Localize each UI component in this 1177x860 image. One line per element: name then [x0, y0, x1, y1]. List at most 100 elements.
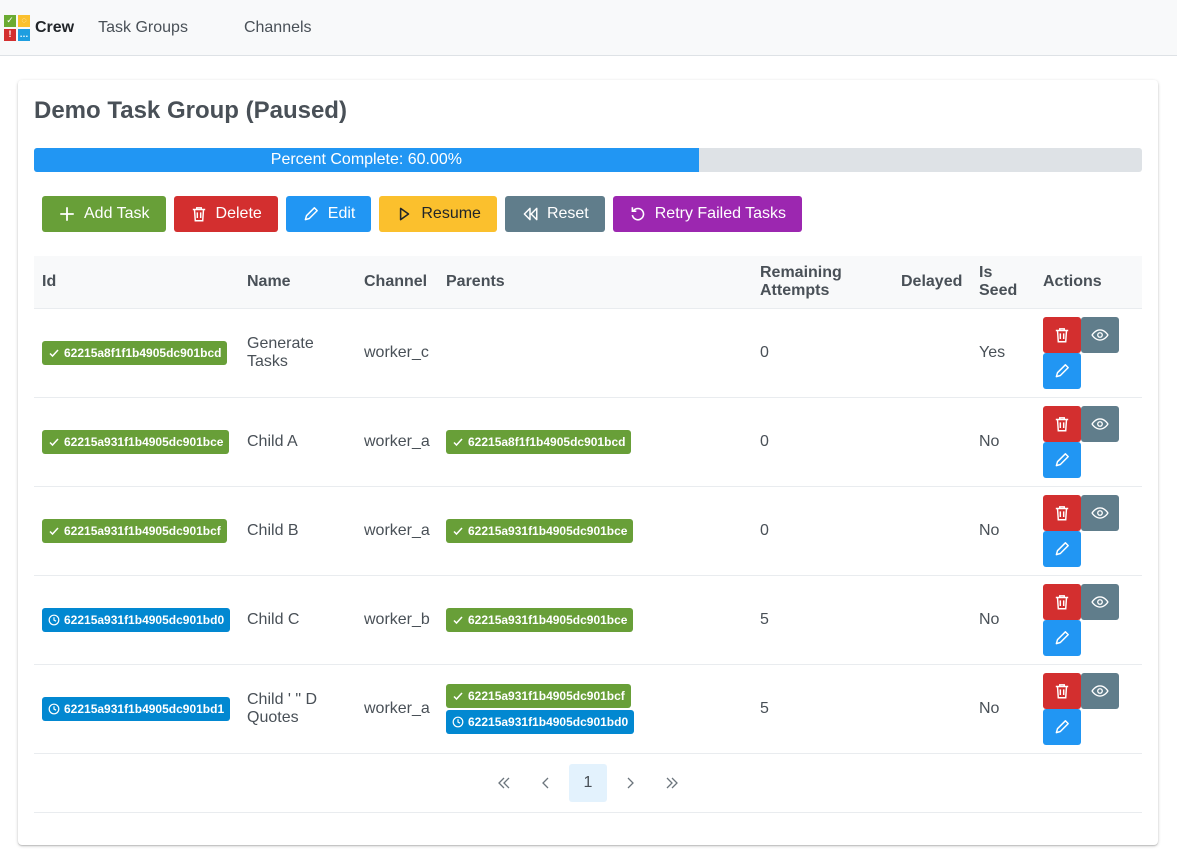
edit-task-button[interactable] — [1043, 530, 1081, 567]
last-page-button[interactable] — [653, 764, 691, 802]
trash-icon — [192, 207, 205, 222]
delete-task-button[interactable] — [1043, 672, 1081, 709]
progress-fill: Percent Complete: 60.00% — [34, 148, 699, 172]
task-group-card: Demo Task Group (Paused) Percent Complet… — [18, 80, 1158, 845]
double-chevron-right-icon — [666, 777, 678, 789]
table-row: 62215a8f1f1b4905dc901bcd Generate Tasks wo… — [34, 308, 1142, 398]
eye-icon — [1091, 595, 1109, 608]
task-id-tag[interactable]: 62215a931f1b4905dc901bd0 — [42, 607, 231, 632]
column-header-id[interactable]: Id — [34, 256, 239, 309]
task-id-text: 62215a931f1b4905dc901bcf — [468, 688, 625, 703]
cell-is-seed: No — [971, 397, 1035, 487]
reset-button[interactable]: Reset — [504, 196, 605, 232]
refresh-icon — [631, 207, 645, 221]
edit-task-button[interactable] — [1043, 352, 1081, 389]
next-page-button[interactable] — [611, 764, 649, 802]
cell-parents: 62215a931f1b4905dc901bce — [438, 486, 752, 576]
crew-logo-icon: ✓ ◌!… — [4, 14, 30, 41]
plus-icon — [60, 207, 74, 221]
tasks-table: Id Name Channel Parents Remaining Attemp… — [34, 256, 1142, 754]
cell-id: 62215a8f1f1b4905dc901bcd — [34, 308, 239, 398]
column-header-name[interactable]: Name — [239, 256, 356, 309]
reset-label: Reset — [546, 205, 589, 222]
add-task-button[interactable]: Add Task — [42, 196, 166, 232]
task-id-text: 62215a931f1b4905dc901bd1 — [64, 701, 225, 716]
cell-parents — [438, 308, 752, 398]
cell-actions — [1035, 397, 1142, 487]
page-button-current[interactable]: 1 — [569, 764, 607, 802]
column-header-parents[interactable]: Parents — [438, 256, 752, 309]
retry-failed-tasks-button[interactable]: Retry Failed Tasks — [612, 196, 803, 232]
trash-icon — [1055, 505, 1069, 520]
cell-channel: worker_a — [356, 664, 438, 754]
first-page-button[interactable] — [485, 764, 523, 802]
check-icon — [453, 615, 463, 624]
task-id-tag[interactable]: 62215a931f1b4905dc901bce — [446, 518, 634, 543]
edit-task-button[interactable] — [1043, 619, 1081, 656]
task-id-text: 62215a931f1b4905dc901bd0 — [468, 714, 629, 729]
eye-icon — [1091, 684, 1109, 697]
resume-label: Resume — [421, 205, 481, 222]
task-id-tag[interactable]: 62215a931f1b4905dc901bd0 — [446, 709, 635, 734]
edit-task-button[interactable] — [1043, 441, 1081, 478]
clock-icon — [452, 716, 464, 727]
task-id-text: 62215a8f1f1b4905dc901bcd — [64, 345, 222, 360]
trash-icon — [1055, 416, 1069, 431]
task-id-text: 62215a931f1b4905dc901bcf — [64, 523, 221, 538]
cell-parents: 62215a8f1f1b4905dc901bcd — [438, 397, 752, 487]
eye-icon — [1091, 506, 1109, 519]
cell-name: Child B — [239, 486, 356, 576]
brand[interactable]: ✓ ◌!… Crew — [4, 14, 74, 41]
cell-remaining-attempts: 5 — [752, 575, 893, 665]
chevron-right-icon — [627, 777, 634, 789]
edit-task-button[interactable] — [1043, 708, 1081, 745]
view-task-button[interactable] — [1081, 316, 1119, 353]
delete-button[interactable]: Delete — [173, 196, 278, 232]
view-task-button[interactable] — [1081, 494, 1119, 531]
task-id-tag[interactable]: 62215a931f1b4905dc901bcf — [42, 518, 227, 543]
check-icon — [453, 437, 463, 446]
check-icon — [49, 437, 59, 446]
column-header-delayed[interactable]: Delayed — [893, 256, 971, 309]
cell-delayed — [893, 575, 971, 665]
clock-icon — [48, 703, 60, 714]
nav-link-channels[interactable]: Channels — [228, 19, 328, 37]
delete-task-button[interactable] — [1043, 405, 1081, 442]
task-id-tag[interactable]: 62215a931f1b4905dc901bce — [446, 607, 634, 632]
previous-page-button[interactable] — [527, 764, 565, 802]
task-id-tag[interactable]: 62215a8f1f1b4905dc901bcd — [42, 340, 228, 365]
cell-is-seed: Yes — [971, 308, 1035, 398]
task-id-tag[interactable]: 62215a931f1b4905dc901bcf — [446, 683, 631, 708]
nav-link-task-groups[interactable]: Task Groups — [98, 19, 204, 37]
column-header-remaining-attempts[interactable]: Remaining Attempts — [752, 256, 893, 309]
task-id-tag[interactable]: 62215a8f1f1b4905dc901bcd — [446, 429, 632, 454]
column-header-is-seed[interactable]: Is Seed — [971, 256, 1035, 309]
double-chevron-left-icon — [498, 777, 510, 789]
cell-delayed — [893, 664, 971, 754]
view-task-button[interactable] — [1081, 672, 1119, 709]
eye-icon — [1091, 328, 1109, 341]
clock-icon — [48, 614, 60, 625]
check-icon — [453, 691, 463, 700]
pencil-icon — [1055, 719, 1069, 733]
resume-button[interactable]: Resume — [379, 196, 497, 232]
view-task-button[interactable] — [1081, 583, 1119, 620]
check-icon — [49, 526, 59, 535]
view-task-button[interactable] — [1081, 405, 1119, 442]
pencil-icon — [1055, 630, 1069, 644]
delete-task-button[interactable] — [1043, 583, 1081, 620]
cell-delayed — [893, 308, 971, 398]
trash-icon — [1055, 594, 1069, 609]
parents-list: 62215a931f1b4905dc901bce — [446, 518, 744, 543]
delete-task-button[interactable] — [1043, 494, 1081, 531]
task-id-text: 62215a8f1f1b4905dc901bcd — [468, 434, 626, 449]
edit-button[interactable]: Edit — [285, 196, 372, 232]
task-id-tag[interactable]: 62215a931f1b4905dc901bce — [42, 429, 230, 454]
delete-task-button[interactable] — [1043, 316, 1081, 353]
cell-id: 62215a931f1b4905dc901bcf — [34, 486, 239, 576]
column-header-channel[interactable]: Channel — [356, 256, 438, 309]
check-icon — [453, 526, 463, 535]
pencil-icon — [304, 207, 318, 221]
cell-channel: worker_b — [356, 575, 438, 665]
task-id-tag[interactable]: 62215a931f1b4905dc901bd1 — [42, 696, 231, 721]
